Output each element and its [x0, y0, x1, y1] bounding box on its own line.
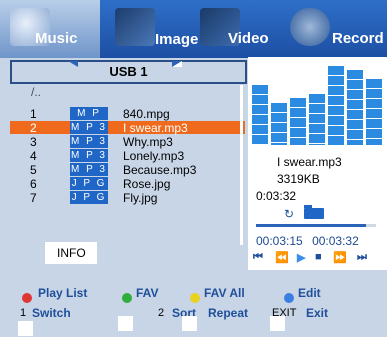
yellow-key-icon	[190, 293, 200, 303]
spectrum-bar	[290, 98, 306, 145]
list-item[interactable]: 5 M P 3 Because.mp3	[10, 163, 245, 177]
spectrum-bar	[271, 103, 287, 145]
file-type-badge: J P G	[70, 191, 108, 204]
hint-exit[interactable]: Exit	[306, 306, 328, 320]
source-title: USB 1	[109, 64, 148, 79]
spectrum-bar	[328, 66, 344, 145]
hint-fav-all[interactable]: FAV All	[204, 286, 245, 300]
list-item-selected[interactable]: 2 M P 3 I swear.mp3	[10, 121, 245, 135]
info-button[interactable]: INFO	[45, 242, 97, 264]
tab-video[interactable]: Video	[190, 0, 280, 58]
green-key-icon	[122, 293, 132, 303]
file-name: Rose.jpg	[123, 177, 171, 191]
play-icon[interactable]: ▶	[297, 251, 305, 264]
spectrum-peak	[309, 94, 325, 99]
file-type-badge: M P G	[70, 107, 108, 132]
spectrum-bar	[366, 79, 382, 145]
list-item[interactable]: 1 M P G 840.mpg	[10, 107, 245, 132]
spectrum-bar	[309, 94, 325, 145]
source-selector[interactable]: USB 1	[10, 60, 247, 84]
tab-record[interactable]: Record	[280, 0, 387, 58]
status-icons: ↻	[284, 205, 324, 221]
file-name: I swear.mp3	[123, 121, 188, 135]
playback-progress-fill	[256, 224, 367, 227]
switch-key: 1	[20, 307, 27, 319]
tab-image[interactable]: Image	[100, 0, 198, 58]
hint-fav[interactable]: FAV	[136, 286, 158, 300]
list-scrollbar[interactable]	[240, 85, 243, 245]
rewind-icon[interactable]: ⏪	[275, 251, 289, 264]
item-number: 4	[30, 149, 37, 163]
red-key-icon	[22, 293, 32, 303]
spectrum-peak	[271, 103, 287, 108]
repeat-icon: ↻	[284, 207, 295, 221]
item-number: 3	[30, 135, 37, 149]
file-type-badge: M P 3	[70, 149, 108, 162]
hint-switch[interactable]: Switch	[32, 306, 71, 320]
tab-video-label: Video	[228, 30, 269, 47]
sort-key-box	[118, 316, 133, 331]
spectrum-peak	[347, 70, 363, 75]
next-icon[interactable]: ⏭	[357, 251, 367, 264]
now-playing-panel: I swear.mp3 3319KB 0:03:32 ↻ 00:03:15 00…	[248, 57, 387, 270]
track-title: I swear.mp3	[277, 155, 342, 169]
track-size: 3319KB	[277, 172, 320, 186]
list-item[interactable]: 6 J P G Rose.jpg	[10, 177, 245, 191]
file-type-badge: M P 3	[70, 121, 108, 134]
elapsed-time: 00:03:15	[256, 234, 303, 248]
list-item[interactable]: 7 J P G Fly.jpg	[10, 191, 245, 205]
arrow-right-icon[interactable]	[172, 61, 182, 67]
spectrum-peak	[252, 85, 268, 90]
tab-music[interactable]: Music	[0, 0, 100, 58]
media-player-screen: Music Image Video Record USB 1 /.. 1 M P…	[0, 0, 387, 337]
stop-icon[interactable]: ■	[315, 251, 322, 263]
spectrum-bar	[347, 70, 363, 145]
spectrum-visualizer	[252, 62, 387, 145]
file-type-badge: M P 3	[70, 163, 108, 176]
file-name: Because.mp3	[123, 163, 197, 177]
item-number: 5	[30, 163, 37, 177]
hint-repeat[interactable]: Repeat	[208, 306, 248, 320]
total-time: 00:03:32	[312, 234, 359, 248]
file-name: Why.mp3	[123, 135, 173, 149]
parent-folder-item[interactable]: /..	[31, 85, 41, 99]
playback-progress[interactable]	[256, 224, 376, 227]
file-name: Lonely.mp3	[123, 149, 185, 163]
spectrum-peak	[366, 79, 382, 84]
file-name: Fly.jpg	[123, 191, 158, 205]
blue-key-icon	[284, 293, 294, 303]
list-item[interactable]: 4 M P 3 Lonely.mp3	[10, 149, 245, 163]
item-number: 1	[30, 107, 37, 121]
item-number: 6	[30, 177, 37, 191]
file-name: 840.mpg	[123, 107, 170, 121]
spectrum-peak	[328, 66, 344, 71]
tab-music-label: Music	[35, 30, 78, 47]
exit-key: EXIT	[272, 307, 297, 319]
hint-play-list[interactable]: Play List	[38, 286, 87, 300]
transport-controls: ⏮ ⏪ ▶ ■ ⏩ ⏭	[253, 251, 383, 265]
time-readout: 00:03:15 00:03:32	[256, 234, 365, 248]
key-hints-bar: Play List FAV FAV All Edit 1 Switch 2 So…	[0, 272, 387, 337]
item-number: 7	[30, 191, 37, 205]
repeat-key-box	[182, 316, 197, 331]
track-duration: 0:03:32	[256, 189, 297, 203]
previous-icon[interactable]: ⏮	[253, 251, 263, 264]
spectrum-peak	[290, 98, 306, 103]
file-type-badge: J P G	[70, 177, 108, 190]
switch-key-box	[18, 321, 33, 336]
item-number: 2	[30, 121, 37, 135]
tab-record-label: Record	[332, 30, 384, 47]
fast-forward-icon[interactable]: ⏩	[333, 251, 347, 264]
record-icon	[290, 8, 330, 46]
file-type-badge: M P 3	[70, 135, 108, 148]
folder-icon	[304, 205, 324, 219]
list-item[interactable]: 3 M P 3 Why.mp3	[10, 135, 245, 149]
image-icon	[115, 8, 155, 46]
media-tab-bar: Music Image Video Record	[0, 0, 387, 58]
hint-edit[interactable]: Edit	[298, 286, 321, 300]
sort-key: 2	[158, 307, 165, 319]
spectrum-bar	[252, 85, 268, 145]
